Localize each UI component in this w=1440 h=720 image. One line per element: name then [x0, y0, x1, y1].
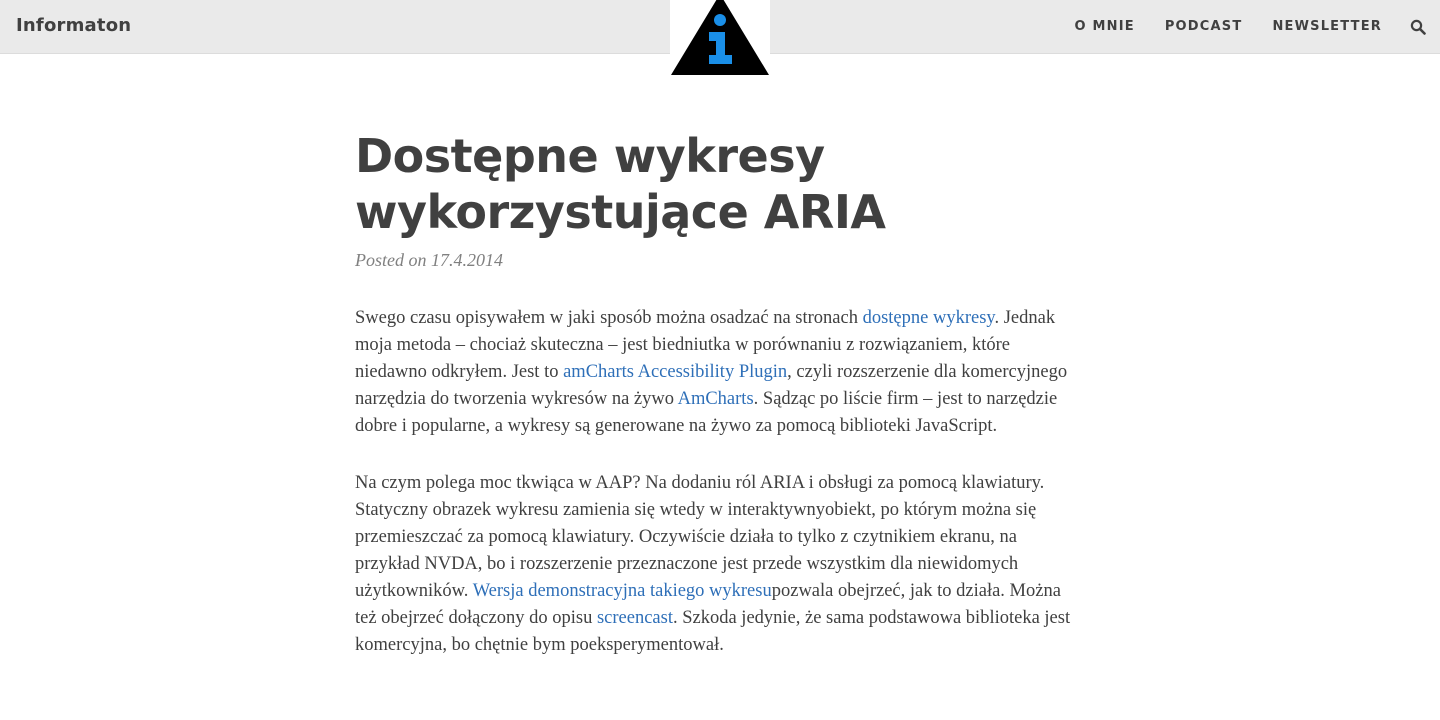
paragraph-1: Swego czasu opisywałem w jaki sposób moż…: [355, 305, 1085, 440]
nav-link-podcast[interactable]: PODCAST: [1165, 19, 1243, 34]
site-logo[interactable]: [670, 0, 770, 76]
post-title: Dostępne wykresy wykorzystujące ARIA: [355, 128, 1085, 240]
main-nav: O MNIE PODCAST NEWSLETTER: [1045, 0, 1426, 53]
search-icon[interactable]: [1410, 19, 1426, 35]
post-title-line-2: wykorzystujące ARIA: [355, 185, 886, 239]
link-wersja-demonstracyjna[interactable]: Wersja demonstracyjna takiego wykresu: [473, 581, 772, 601]
link-screencast[interactable]: screencast: [597, 608, 673, 628]
site-brand-link[interactable]: Informaton: [16, 15, 131, 36]
paragraph-2: Na czym polega moc tkwiąca w AAP? Na dod…: [355, 470, 1085, 659]
post-title-line-1: Dostępne wykresy: [355, 129, 825, 183]
info-triangle-logo-icon: [671, 0, 769, 75]
link-amcharts[interactable]: AmCharts: [678, 389, 754, 409]
nav-link-newsletter[interactable]: NEWSLETTER: [1272, 19, 1382, 34]
paragraph-1-text-a: Swego czasu opisywałem w jaki sposób moż…: [355, 308, 863, 328]
post-date: Posted on 17.4.2014: [355, 250, 503, 270]
link-amcharts-accessibility-plugin[interactable]: amCharts Accessibility Plugin: [563, 362, 787, 382]
link-dostepne-wykresy[interactable]: dostępne wykresy: [863, 308, 995, 328]
post-content: Dostępne wykresy wykorzystujące ARIA Pos…: [355, 128, 1085, 659]
nav-link-o-mnie[interactable]: O MNIE: [1075, 19, 1135, 34]
post-body: Swego czasu opisywałem w jaki sposób moż…: [355, 305, 1085, 659]
